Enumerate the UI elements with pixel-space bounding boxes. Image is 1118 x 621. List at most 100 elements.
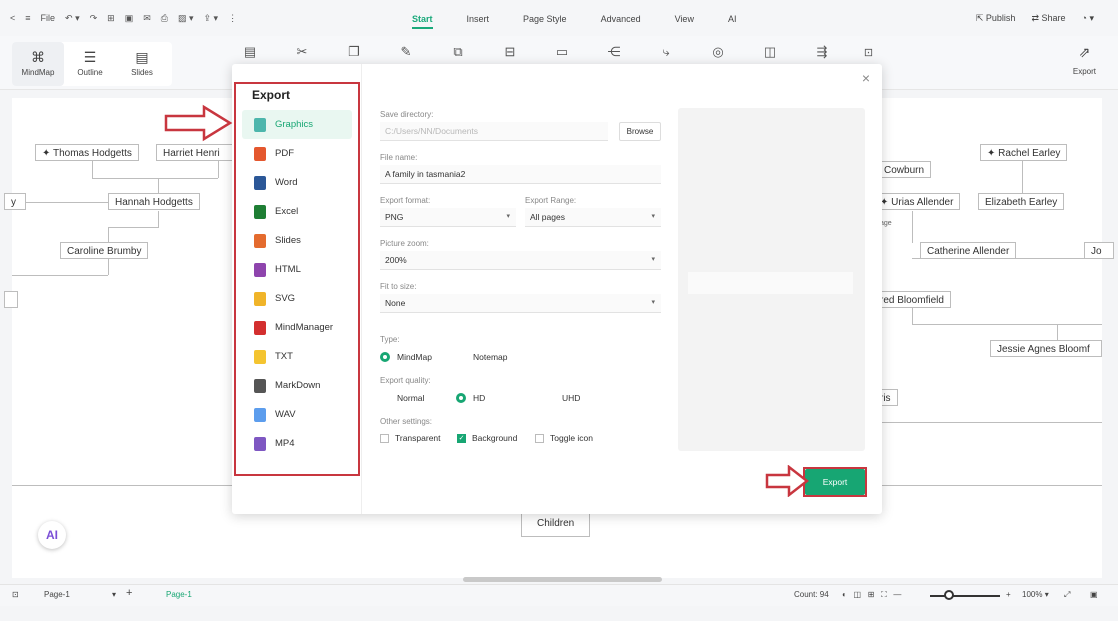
help-icon[interactable]: ◔ ▾ (1082, 13, 1094, 24)
type-label: Type: (380, 335, 400, 344)
mindmap-node[interactable]: red Bloomfield (874, 291, 951, 308)
mindmap-node[interactable]: ✦ Rachel Earley (980, 144, 1068, 161)
close-icon[interactable]: × (862, 70, 870, 86)
browse-button[interactable]: Browse (619, 122, 661, 141)
publish-label: Publish (985, 13, 1016, 23)
view-outline[interactable]: ☰ Outline (64, 42, 116, 86)
status-tools: ◐ ◫ ⊞ ⛶ — (842, 590, 901, 600)
annotation-arrow (164, 104, 233, 142)
ai-assistant-button[interactable]: AI (38, 521, 66, 549)
background-checkbox[interactable]: ✓ Background (457, 433, 517, 443)
count-label: Count: 94 (794, 590, 829, 599)
tab-advanced[interactable]: Advanced (601, 14, 641, 24)
tab-page-style[interactable]: Page Style (523, 14, 567, 24)
save-directory-input[interactable]: C:/Users/NN/Documents (380, 122, 608, 141)
node-label: red Bloomfield (880, 295, 944, 306)
mindmap-node[interactable]: Catherine Allender (920, 242, 1017, 259)
outline-icon: ☰ (83, 49, 97, 65)
type-mindmap-radio[interactable]: MindMap (380, 352, 432, 362)
book-icon[interactable]: ◫ (854, 590, 862, 599)
mindmap-node[interactable]: Hannah Hodgetts (108, 193, 200, 210)
save-icon[interactable]: ▣ (125, 12, 134, 24)
mindmap-node[interactable]: ✦ Urias Allender (874, 193, 961, 210)
quality-normal-radio[interactable]: Normal (380, 393, 424, 403)
mindmap-node[interactable]: Cowburn (878, 161, 932, 178)
file-menu[interactable]: File (41, 12, 56, 24)
zoom-slider-handle[interactable] (944, 590, 954, 600)
highlight-box (803, 467, 867, 497)
ai-assistant-label: AI (46, 528, 58, 542)
export-range-select[interactable]: All pages ▾ (525, 208, 661, 227)
mindmap-node[interactable]: Jo (1084, 242, 1114, 259)
page-select[interactable]: Page-1 ▾ (44, 590, 116, 599)
node-label: Caroline Brumby (67, 246, 142, 257)
node-marker-icon: ✦ (987, 148, 999, 159)
toggle-icon-checkbox[interactable]: Toggle icon (535, 433, 593, 443)
fit-to-size-select[interactable]: None ▾ (380, 294, 661, 313)
preview-thumbnail (688, 272, 853, 294)
print-icon[interactable]: ⎙ (161, 12, 168, 24)
mindmap-node[interactable] (4, 291, 18, 308)
publish-button[interactable]: ⇱ Publish (976, 13, 1016, 24)
mindmap-node[interactable]: Caroline Brumby (60, 242, 149, 259)
new-icon[interactable]: ⊞ (107, 12, 115, 24)
transparent-label: Transparent (395, 433, 441, 443)
page-panel-icon[interactable]: ⊡ (12, 590, 19, 599)
menu-icon[interactable]: ≡ (25, 12, 30, 24)
fullscreen-icon[interactable]: ⛶ (881, 590, 887, 599)
quality-hd-radio[interactable]: HD (456, 393, 485, 403)
export-small-icon[interactable]: ⇪ ▾ (204, 12, 219, 24)
horizontal-scrollbar[interactable] (463, 577, 662, 582)
mindmap-node[interactable]: Jessie Agnes Bloomf (990, 340, 1102, 357)
theme-icon[interactable]: ◐ (842, 590, 847, 599)
more-icon[interactable]: ⋮ (228, 12, 237, 24)
mindmap-node[interactable]: ✦ Thomas Hodgetts (35, 144, 139, 161)
redo-icon[interactable]: ↷ (90, 12, 98, 24)
type-notemap-radio[interactable]: Notemap (456, 352, 508, 362)
picture-zoom-label: Picture zoom: (380, 239, 429, 248)
checkbox-off (380, 433, 389, 443)
share-button[interactable]: ⇄ Share (1031, 13, 1065, 24)
slides-icon: ▤ (135, 49, 149, 65)
zoom-level[interactable]: 100% ▾ (1022, 590, 1049, 599)
tab-view[interactable]: View (675, 14, 694, 24)
mindmap-node[interactable]: Harriet Henri (156, 144, 234, 161)
node-label: Thomas Hodgetts (52, 148, 132, 159)
tab-start[interactable]: Start (412, 14, 433, 29)
chevron-down-icon: ▾ (651, 256, 655, 263)
view-outline-label: Outline (77, 68, 103, 77)
export-preview (678, 108, 865, 451)
file-name-input[interactable]: A family in tasmania2 (380, 165, 661, 184)
tab-insert[interactable]: Insert (467, 14, 490, 24)
mail-icon[interactable]: ✉ (143, 12, 151, 24)
quality-uhd-radio[interactable]: UHD (545, 393, 580, 403)
mindmap-node[interactable]: y (4, 193, 26, 210)
add-page-icon[interactable]: + (126, 587, 132, 599)
status-bar: ⊡ Page-1 ▾ + Page-1 Count: 94 ◐ ◫ ⊞ ⛶ — … (0, 584, 1118, 606)
fit-icon[interactable]: ⊞ (868, 590, 875, 599)
node-label: Catherine Allender (927, 246, 1010, 257)
view-mindmap-label: MindMap (21, 68, 55, 77)
file-name-label: File name: (380, 153, 418, 162)
zoom-out-icon[interactable]: — (893, 590, 901, 599)
zoom-slider[interactable] (930, 595, 1000, 597)
picture-zoom-select[interactable]: 200% ▾ (380, 251, 661, 270)
mindmap-node[interactable]: Elizabeth Earley (978, 193, 1065, 210)
export-format-select[interactable]: PNG ▾ (380, 208, 516, 227)
toolbar-export-button[interactable]: ⇗ Export (1073, 44, 1096, 76)
back-icon[interactable]: < (10, 12, 15, 24)
view-slides[interactable]: ▤ Slides (116, 42, 168, 86)
image-icon[interactable]: ▨ ▾ (178, 12, 194, 24)
node-label: Hannah Hodgetts (115, 197, 193, 208)
tab-ai[interactable]: AI (728, 14, 737, 24)
page-tab[interactable]: Page-1 (166, 590, 192, 599)
undo-icon[interactable]: ↶ ▾ (65, 12, 80, 24)
zoom-in-icon[interactable]: + (1006, 590, 1011, 599)
panel-toggle-icon[interactable]: ▣ (1090, 590, 1098, 599)
transparent-checkbox[interactable]: Transparent (380, 433, 441, 443)
mindmap-node[interactable]: Children (521, 510, 591, 537)
expand-icon[interactable]: ⤢ (1064, 590, 1070, 600)
fit-to-size-label: Fit to size: (380, 282, 417, 291)
view-mindmap[interactable]: ⌘ MindMap (12, 42, 64, 86)
highlight-box (234, 82, 360, 476)
